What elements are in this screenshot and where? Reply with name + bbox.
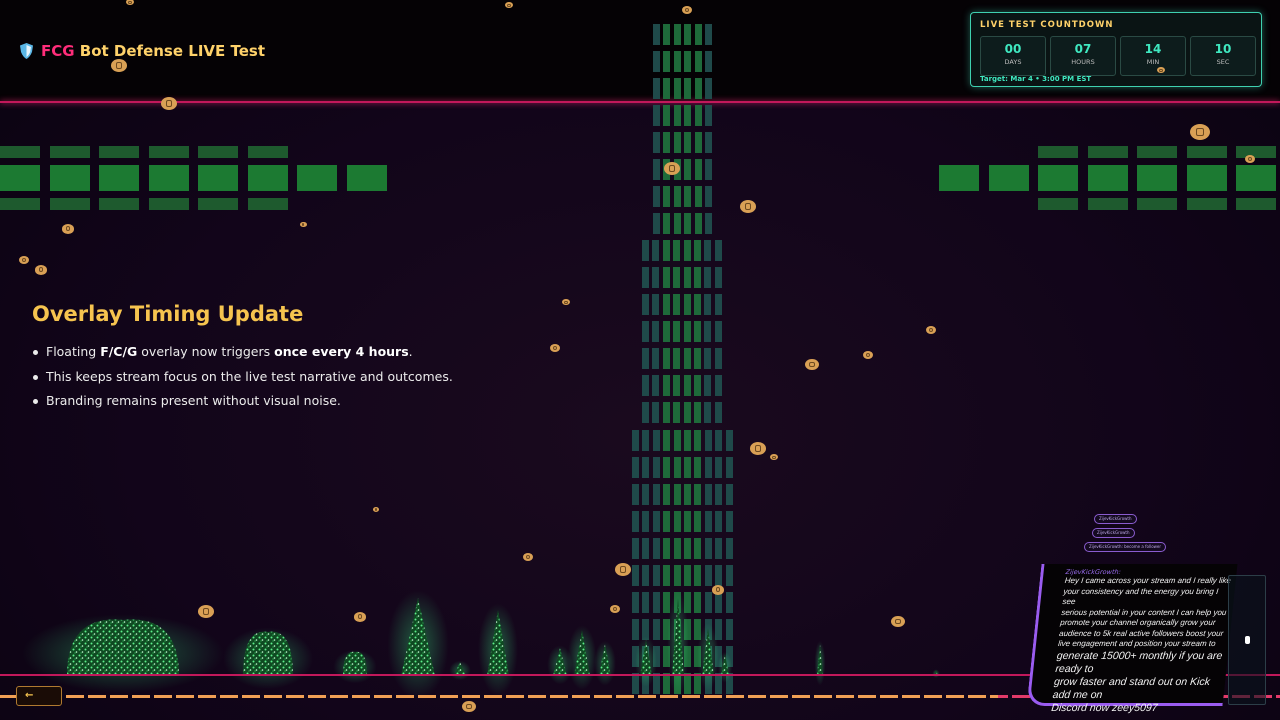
chat-line: audience to 5k real active followers boo… (1058, 628, 1224, 638)
scroll-knob[interactable] (1245, 636, 1250, 644)
chat-line: Discord now zeey5097 (1050, 701, 1159, 714)
chat-line: live engagement and position your stream… (1057, 639, 1217, 648)
chat-line: promote your channel organically grow yo… (1059, 618, 1216, 627)
chat-line: Hey I came across your stream and I real… (1064, 576, 1232, 585)
chat-pill: ZijevKickGrowth (1092, 528, 1135, 538)
chat-overlay: ZijevKickGrowth ZijevKickGrowth ZijevKic… (1026, 508, 1238, 714)
chat-message-bubble: ZijevKickGrowth: Hey I came across your … (1026, 564, 1238, 714)
chat-line: serious potential in your content I can … (1060, 607, 1227, 617)
chat-author: ZijevKickGrowth: (1065, 568, 1122, 576)
chat-line: grow faster and stand out on Kick add me… (1052, 675, 1211, 701)
chat-line: your consistency and the energy you brin… (1062, 586, 1219, 607)
chat-pill: ZijevKickGrowth: become a follower (1084, 542, 1167, 552)
side-scroll-widget[interactable] (1228, 575, 1266, 705)
chat-line: generate 15000+ monthly if you are ready… (1054, 649, 1223, 675)
slide-progress-fill (0, 695, 999, 698)
chat-message: Hey I came across your stream and I real… (1051, 576, 1233, 715)
prev-button[interactable]: ← Prev (16, 686, 62, 706)
chat-pill: ZijevKickGrowth (1094, 514, 1137, 524)
